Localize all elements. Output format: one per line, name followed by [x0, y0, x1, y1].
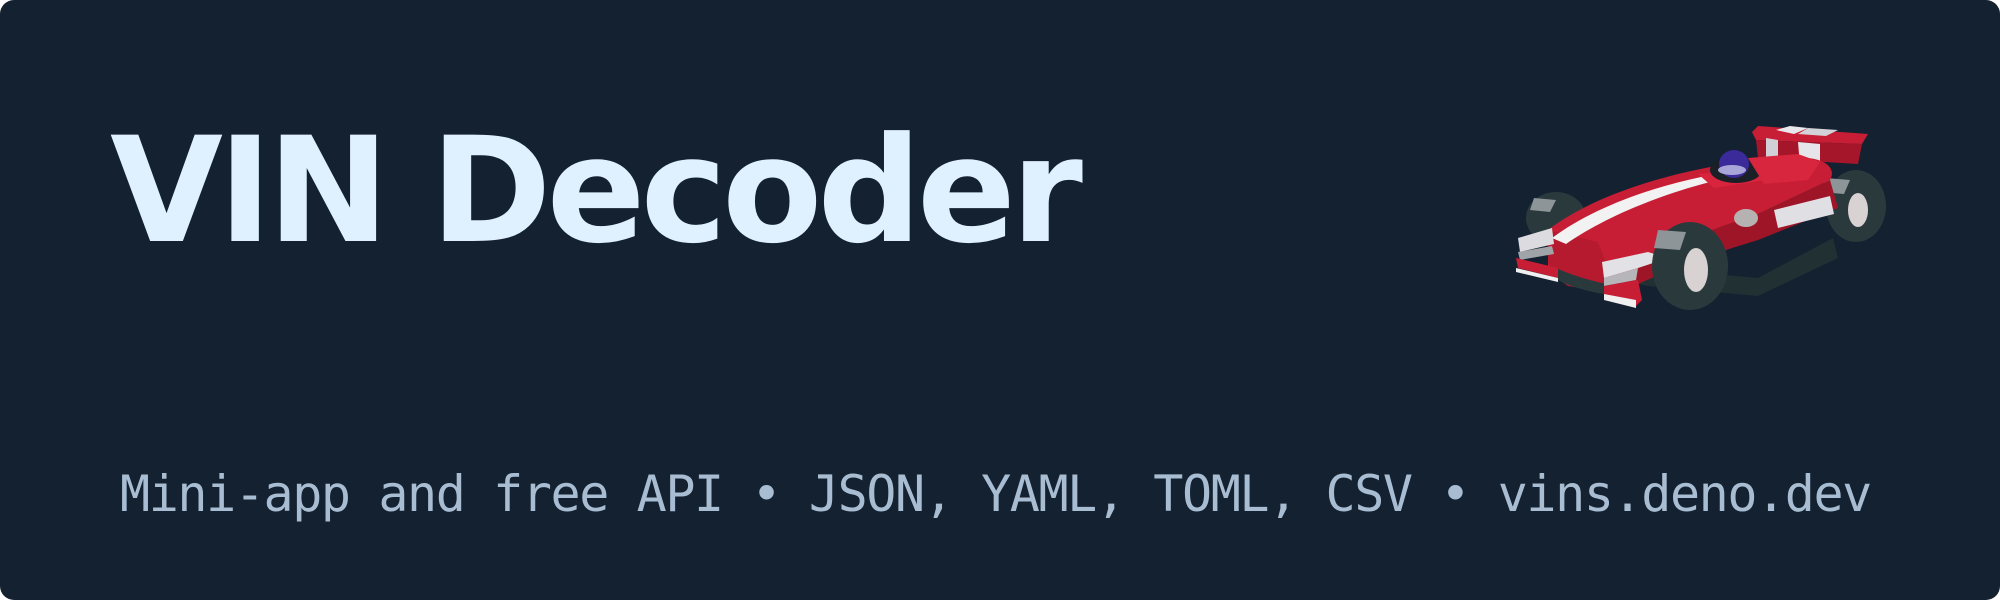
page-title: VIN Decoder: [110, 106, 1083, 276]
banner-card: VIN Decoder Mini-app and free API • JSON…: [0, 0, 2000, 600]
page-subtitle: Mini-app and free API • JSON, YAML, TOML…: [120, 465, 1872, 523]
race-car-icon: [1516, 126, 1886, 310]
